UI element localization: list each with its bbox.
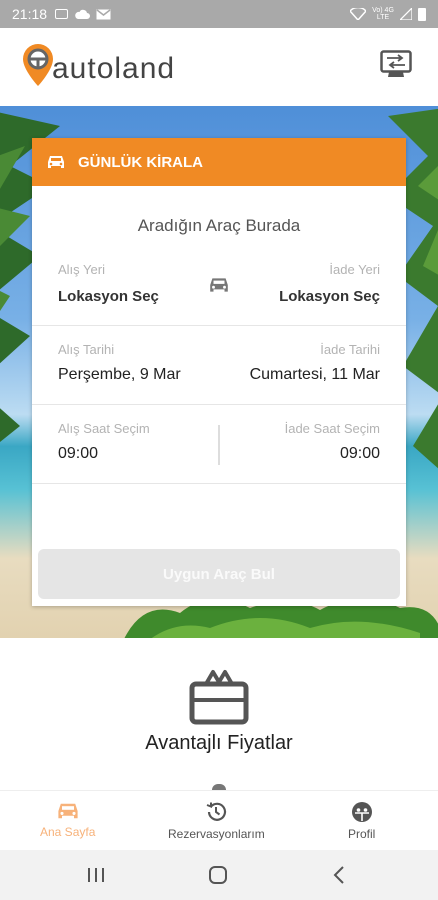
signal-icon [400, 8, 412, 20]
wifi-icon [350, 8, 366, 20]
nav-reservations-label: Rezervasyonlarım [168, 827, 265, 841]
cloud-icon [75, 9, 91, 19]
card-header: GÜNLÜK KİRALA [32, 138, 406, 186]
return-location-label: İade Yeri [329, 262, 380, 277]
nav-home[interactable]: Ana Sayfa [40, 801, 95, 839]
recents-icon[interactable] [84, 864, 108, 886]
advantages-title: Avantajlı Fiyatlar [145, 732, 293, 754]
pickup-location-select[interactable]: Lokasyon Seç [58, 288, 159, 305]
location-row: Alış Yeri Lokasyon Seç İade Yeri Lokasyo… [32, 248, 406, 326]
brand-logo: autoland [20, 42, 175, 88]
return-location-select[interactable]: Lokasyon Seç [279, 288, 380, 305]
nav-reservations[interactable]: Rezervasyonlarım [168, 801, 265, 841]
home-icon[interactable] [206, 864, 230, 886]
mail-icon [96, 8, 111, 19]
gift-icon [189, 670, 249, 725]
return-time-label: İade Saat Seçim [284, 421, 380, 436]
pickup-time-value[interactable]: 09:00 [58, 445, 98, 463]
logo-pin-icon [23, 44, 53, 86]
time-row: Alış Saat Seçim 09:00 İade Saat Seçim 09… [32, 405, 406, 484]
status-bar: 21:18 Vo) 4G LTE [0, 0, 438, 28]
car-icon [58, 803, 78, 819]
nav-profile[interactable]: Profil [348, 801, 375, 841]
pickup-location-label: Alış Yeri [58, 262, 105, 277]
pickup-time-label: Alış Saat Seçim [58, 421, 150, 436]
status-time: 21:18 [12, 6, 48, 22]
card-subtitle: Aradığın Araç Burada [137, 216, 301, 235]
nav-home-label: Ana Sayfa [40, 825, 96, 839]
return-date-value[interactable]: Cumartesi, 11 Mar [250, 366, 380, 384]
profile-icon [351, 802, 372, 822]
nav-profile-label: Profil [348, 827, 376, 841]
return-date-label: İade Tarihi [320, 342, 380, 357]
brand-name: autoland [52, 52, 176, 85]
pickup-date-value[interactable]: Perşembe, 9 Mar [58, 366, 181, 384]
car-swap-icon [210, 278, 228, 292]
find-car-button[interactable]: Uygun Araç Bul [38, 549, 400, 599]
card-header-title: GÜNLÜK KİRALA [78, 153, 203, 171]
return-time-value[interactable]: 09:00 [340, 445, 380, 463]
history-icon [206, 802, 227, 821]
app-header: autoland [0, 28, 438, 106]
bottom-nav: Ana Sayfa Rezervasyonlarım Profil [0, 790, 438, 850]
pickup-date-label: Alış Tarihi [58, 342, 115, 357]
time-divider [218, 425, 220, 465]
battery-icon [418, 7, 426, 21]
date-row: Alış Tarihi Perşembe, 9 Mar İade Tarihi … [32, 326, 406, 405]
settings-panel-icon[interactable] [380, 50, 412, 78]
back-icon[interactable] [328, 864, 352, 886]
network-type-label: Vo) 4G LTE [372, 7, 394, 21]
system-nav-bar [0, 850, 438, 900]
gallery-icon [55, 9, 69, 19]
rental-card: GÜNLÜK KİRALA Aradığın Araç Burada Alış … [32, 138, 406, 606]
car-icon [48, 156, 64, 168]
